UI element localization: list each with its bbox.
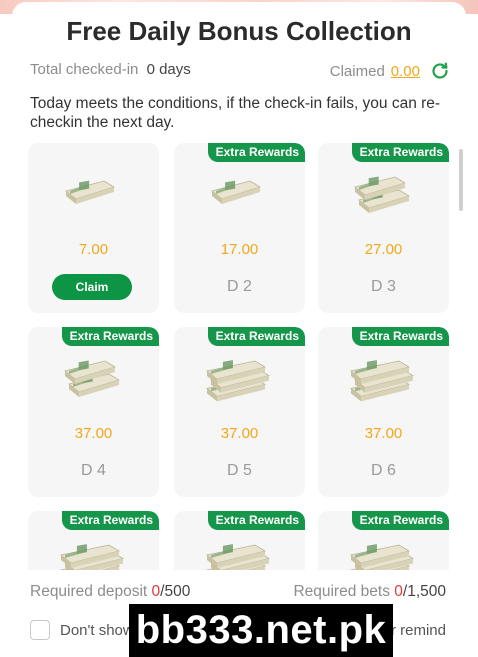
reward-card[interactable]: 7.00 Claim [28, 143, 159, 313]
stats-row: Total checked-in 0 days Claimed 0.00 [30, 61, 450, 83]
reward-card[interactable]: Extra Rewards 37.00 D 6 [318, 327, 449, 497]
extra-rewards-badge: Extra Rewards [351, 143, 449, 162]
extra-rewards-badge: Extra Rewards [207, 327, 305, 346]
claimed-summary: Claimed 0.00 [330, 61, 450, 81]
required-bets: Required bets 0/1,500 [293, 583, 446, 601]
reward-card[interactable]: Extra Rewards 37.00 D 4 [28, 327, 159, 497]
day-label: D 5 [227, 462, 252, 479]
extra-rewards-badge: Extra Rewards [207, 511, 305, 530]
cash-stack-icon [59, 539, 129, 570]
claimed-label: Claimed [329, 62, 385, 80]
dont-show-checkbox[interactable] [30, 620, 50, 640]
total-value: 0 days [146, 61, 191, 78]
cash-stack-icon [349, 539, 419, 570]
requirements-row: Required deposit 0/500 Required bets 0/1… [30, 583, 446, 603]
cash-stack-icon [205, 539, 275, 570]
reward-card[interactable]: Extra Rewards [318, 511, 449, 570]
reward-amount: 7.00 [78, 241, 109, 258]
bets-target: /1,500 [402, 583, 446, 600]
reward-amount: 37.00 [220, 425, 259, 442]
watermark-banner: bb333.net.pk [129, 604, 393, 657]
bets-label: Required bets [293, 583, 390, 600]
reward-card[interactable]: Extra Rewards 37.00 D 5 [174, 327, 305, 497]
extra-rewards-badge: Extra Rewards [207, 143, 305, 162]
dont-show-label[interactable]: Don't show [60, 622, 134, 639]
cash-stack-icon [353, 171, 415, 224]
reward-amount: 37.00 [364, 425, 403, 442]
reward-amount: 27.00 [364, 241, 403, 258]
day-label: D 4 [81, 462, 106, 479]
cash-stack-icon [64, 175, 124, 216]
deposit-target: /500 [160, 583, 191, 600]
deposit-label: Required deposit [30, 583, 148, 600]
day-label: D 3 [371, 278, 396, 295]
extra-rewards-badge: Extra Rewards [61, 511, 159, 530]
extra-rewards-badge: Extra Rewards [61, 327, 159, 346]
daily-bonus-dialog: Free Daily Bonus Collection Total checke… [12, 2, 466, 657]
total-checked-in: Total checked-in 0 days [30, 61, 191, 78]
reward-grid: 7.00 Claim Extra Rewards 17.00 D 2 Extra Rewa… [28, 143, 454, 570]
extra-rewards-badge: Extra Rewards [351, 511, 449, 530]
extra-rewards-badge: Extra Rewards [351, 327, 449, 346]
remind-label[interactable]: r remind [391, 622, 446, 639]
day-label: D 6 [371, 462, 396, 479]
claimed-value[interactable]: 0.00 [391, 63, 420, 80]
reward-amount: 37.00 [74, 425, 113, 442]
reward-amount: 17.00 [220, 241, 259, 258]
claim-button[interactable]: Claim [52, 274, 132, 300]
cash-stack-icon [349, 355, 419, 408]
notice-text: Today meets the conditions, if the check… [30, 95, 441, 131]
cash-stack-icon [205, 355, 275, 408]
cash-stack-icon [63, 355, 125, 408]
cash-stack-icon [210, 175, 270, 216]
reward-card[interactable]: Extra Rewards 17.00 D 2 [174, 143, 305, 313]
dialog-title: Free Daily Bonus Collection [66, 16, 412, 46]
total-label: Total checked-in [30, 61, 139, 78]
bets-current: 0 [394, 583, 403, 600]
reward-card[interactable]: Extra Rewards [174, 511, 305, 570]
required-deposit: Required deposit 0/500 [30, 583, 190, 601]
day-label: D 2 [227, 278, 252, 295]
scrollbar[interactable] [459, 149, 463, 211]
deposit-current: 0 [151, 583, 161, 600]
refresh-icon[interactable] [430, 61, 450, 81]
reward-card[interactable]: Extra Rewards [28, 511, 159, 570]
reward-card[interactable]: Extra Rewards 27.00 D 3 [318, 143, 449, 313]
